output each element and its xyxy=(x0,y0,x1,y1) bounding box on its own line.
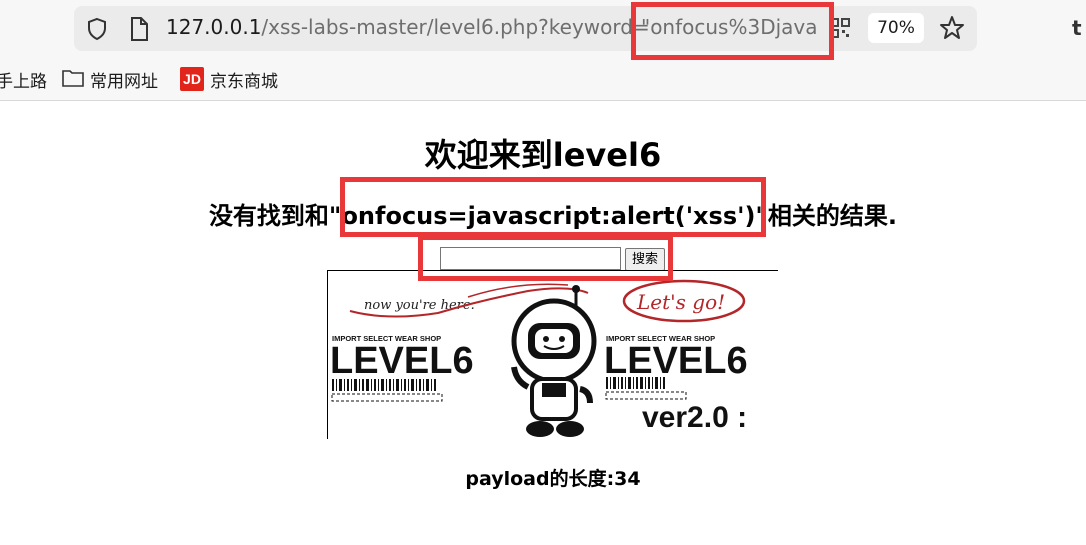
folder-icon xyxy=(62,70,84,87)
shield-icon[interactable] xyxy=(86,17,108,41)
jd-logo-icon: JD xyxy=(180,67,204,91)
level6-right: LEVEL6 xyxy=(604,340,748,382)
level6-left: LEVEL6 xyxy=(330,340,474,382)
url-text[interactable]: 127.0.0.1/xss-labs-master/level6.php?key… xyxy=(166,15,650,39)
search-button[interactable]: 搜索 xyxy=(625,248,665,271)
search-result-message: 没有找到和"onfocus=javascript:alert('xss')"相关… xyxy=(208,202,898,230)
url-query-tail: "onfocus%3Djava xyxy=(641,15,817,39)
zoom-level-button[interactable]: 70% xyxy=(868,13,924,43)
bookmark-item-1[interactable]: 手上路 xyxy=(0,67,47,92)
payload-length: payload的长度:34 xyxy=(465,468,641,490)
now-here-text: now you're here. xyxy=(364,298,475,313)
lets-go-text: Let's go! xyxy=(636,290,725,314)
banner-art: now you're here. Let's go! IMPORT SELECT… xyxy=(330,279,748,437)
level6-banner-image: now you're here. Let's go! IMPORT SELECT… xyxy=(327,270,778,439)
toolbar-edge-glyph: t xyxy=(1072,16,1082,40)
page-content: 欢迎来到level6 没有找到和"onfocus=javascript:aler… xyxy=(0,102,1086,545)
star-icon[interactable] xyxy=(938,14,966,42)
robot-illustration xyxy=(511,285,597,437)
bookmark-common-urls[interactable]: 常用网址 xyxy=(90,67,158,92)
url-path: /xss-labs-master/level6.php?keyword= xyxy=(261,15,650,39)
version-text: ver2.0 : xyxy=(642,401,747,434)
search-input[interactable] xyxy=(440,247,621,270)
page-icon[interactable] xyxy=(128,16,150,42)
browser-toolbar: 127.0.0.1/xss-labs-master/level6.php?key… xyxy=(0,0,1086,101)
url-host: 127.0.0.1 xyxy=(166,15,262,39)
qr-code-icon[interactable] xyxy=(830,18,850,38)
page-title: 欢迎来到level6 xyxy=(424,136,662,174)
bookmark-jd-mall[interactable]: 京东商城 xyxy=(210,67,278,92)
